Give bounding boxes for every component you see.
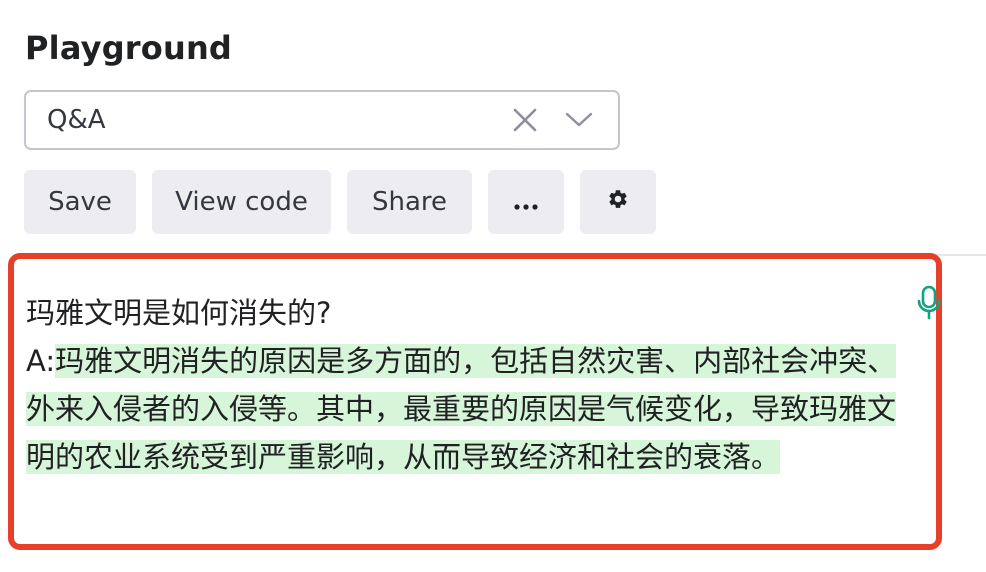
prompt-editor[interactable]: 玛雅文明是如何消失的? A:玛雅文明消失的原因是多方面的，包括自然灾害、内部社会…	[8, 253, 942, 550]
chevron-down-icon[interactable]	[562, 103, 596, 137]
more-icon	[514, 187, 538, 217]
view-code-button[interactable]: View code	[152, 170, 331, 234]
prompt-question: 玛雅文明是如何消失的?	[26, 296, 332, 330]
playground-page: Playground Q&A Save View code Share 玛雅文明…	[0, 0, 986, 572]
completion-text: 玛雅文明消失的原因是多方面的，包括自然灾害、内部社会冲突、外来入侵者的入侵等。其…	[26, 344, 897, 474]
clear-icon[interactable]	[508, 103, 542, 137]
editor-text[interactable]: 玛雅文明是如何消失的? A:玛雅文明消失的原因是多方面的，包括自然灾害、内部社会…	[26, 289, 906, 481]
settings-button[interactable]	[580, 170, 656, 234]
page-title: Playground	[25, 29, 233, 67]
answer-line: A:玛雅文明消失的原因是多方面的，包括自然灾害、内部社会冲突、外来入侵者的入侵等…	[26, 337, 906, 481]
save-button[interactable]: Save	[24, 170, 136, 234]
preset-select-value: Q&A	[47, 105, 106, 135]
share-button[interactable]: Share	[347, 170, 472, 234]
more-button[interactable]	[488, 170, 564, 234]
gear-icon	[607, 187, 629, 217]
preset-select[interactable]: Q&A	[24, 90, 620, 150]
microphone-icon[interactable]	[912, 282, 942, 322]
answer-prefix: A:	[26, 344, 56, 378]
